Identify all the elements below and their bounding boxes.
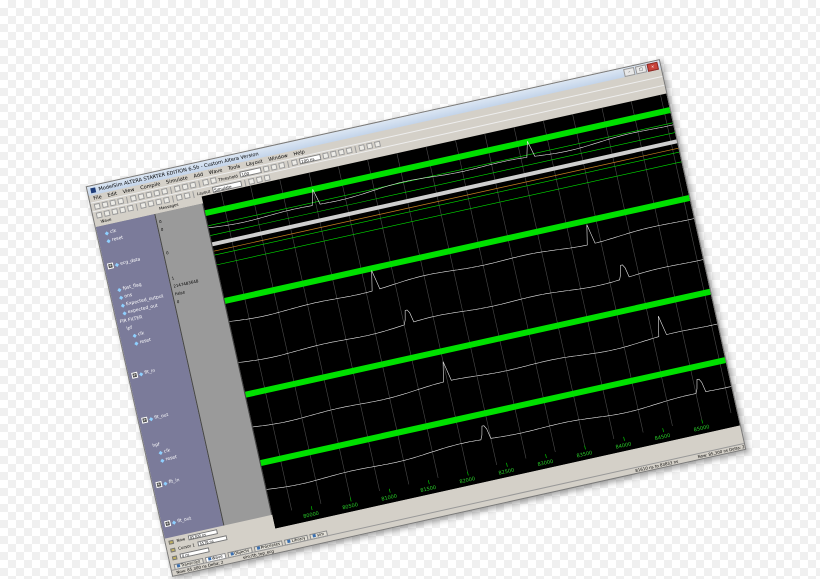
signal-icon [148,416,154,421]
signal-label: flt_in [168,477,180,485]
signal-icon [122,311,127,316]
signal-label: reset [111,235,124,243]
cursor-lock-icon [171,554,178,560]
signal-label: reset [165,455,178,463]
signal-ecg-data[interactable]: + ecg_data [106,256,141,270]
signal-lpf-reset[interactable]: reset [134,337,152,346]
signal-lpf-clk[interactable]: clk [132,331,145,338]
signal-icon [163,481,168,486]
signal-icon [171,520,177,525]
value-fpst-flag: 1 [171,275,175,281]
signal-icon [119,295,124,300]
value-ons: 2147483648 [172,278,199,289]
ecg-trace [252,315,718,428]
signal-icon [134,341,139,346]
signal-icon [120,303,125,308]
signal-icon [132,333,137,338]
signal-hpf-reset[interactable]: reset [160,455,177,463]
expand-icon[interactable]: + [131,371,139,379]
signal-label: flt_out [176,515,192,524]
signal-icon [160,458,165,463]
cursor-label: Cursor 1 [177,542,196,551]
signal-ons[interactable]: ons [119,293,133,301]
expand-icon[interactable]: + [164,520,172,528]
signal-icon [104,231,109,236]
signal-label: hpf [152,442,161,450]
value-expected-out: 0 [176,298,180,305]
group-fir-filter[interactable]: FIR FILTER [119,315,143,325]
value-ecg-data: 0 [165,250,170,256]
value-reset: 0 [160,226,164,233]
signal-icon [114,262,119,267]
value-expected-output: False [174,289,186,297]
cursor-icon [169,547,176,553]
signal-label: clk [163,448,171,455]
signal-icon [117,287,122,293]
signal-hpf-flt-in[interactable]: + flt_in [155,477,180,489]
signal-label: flt_in [143,368,156,376]
signal-label: flt_out [153,412,169,421]
signal-lpf-flt-in[interactable]: + flt_in [131,368,156,379]
signal-label: clk [109,228,118,236]
signal-hpf-flt-out[interactable]: + flt_out [164,515,192,528]
value-clk: 0 [158,218,163,225]
signal-label: ecg_data [119,256,141,267]
ecg-trace [229,218,695,322]
signal-lpf[interactable]: lpf [126,326,133,332]
signal-label: reset [139,337,152,346]
signal-hpf[interactable]: hpf [152,443,160,449]
expand-icon[interactable]: + [106,262,115,270]
expand-icon[interactable]: + [155,481,163,489]
signal-icon [158,450,163,456]
signal-clk[interactable]: clk [104,228,118,236]
modelsim-window: ModelSim ALTERA STARTER EDITION 6.5b - C… [85,59,747,577]
signal-label: clk [137,331,145,338]
expand-icon[interactable]: + [141,416,149,424]
now-label: Now [175,536,186,544]
signal-label: FIR FILTER [119,315,143,326]
signal-fpst-flag[interactable]: fpst_flag [117,283,142,293]
app-icon [90,187,97,194]
signal-icon [106,239,111,244]
signal-reset[interactable]: reset [106,235,124,244]
signal-label: lpf [126,325,133,332]
signal-label: fpst_flag [122,282,143,292]
signal-hpf-clk[interactable]: clk [158,448,171,456]
signal-label: ons [124,292,133,300]
signal-lpf-flt-out[interactable]: + flt_out [141,412,169,424]
signal-icon [138,371,144,376]
now-icon [168,539,175,545]
